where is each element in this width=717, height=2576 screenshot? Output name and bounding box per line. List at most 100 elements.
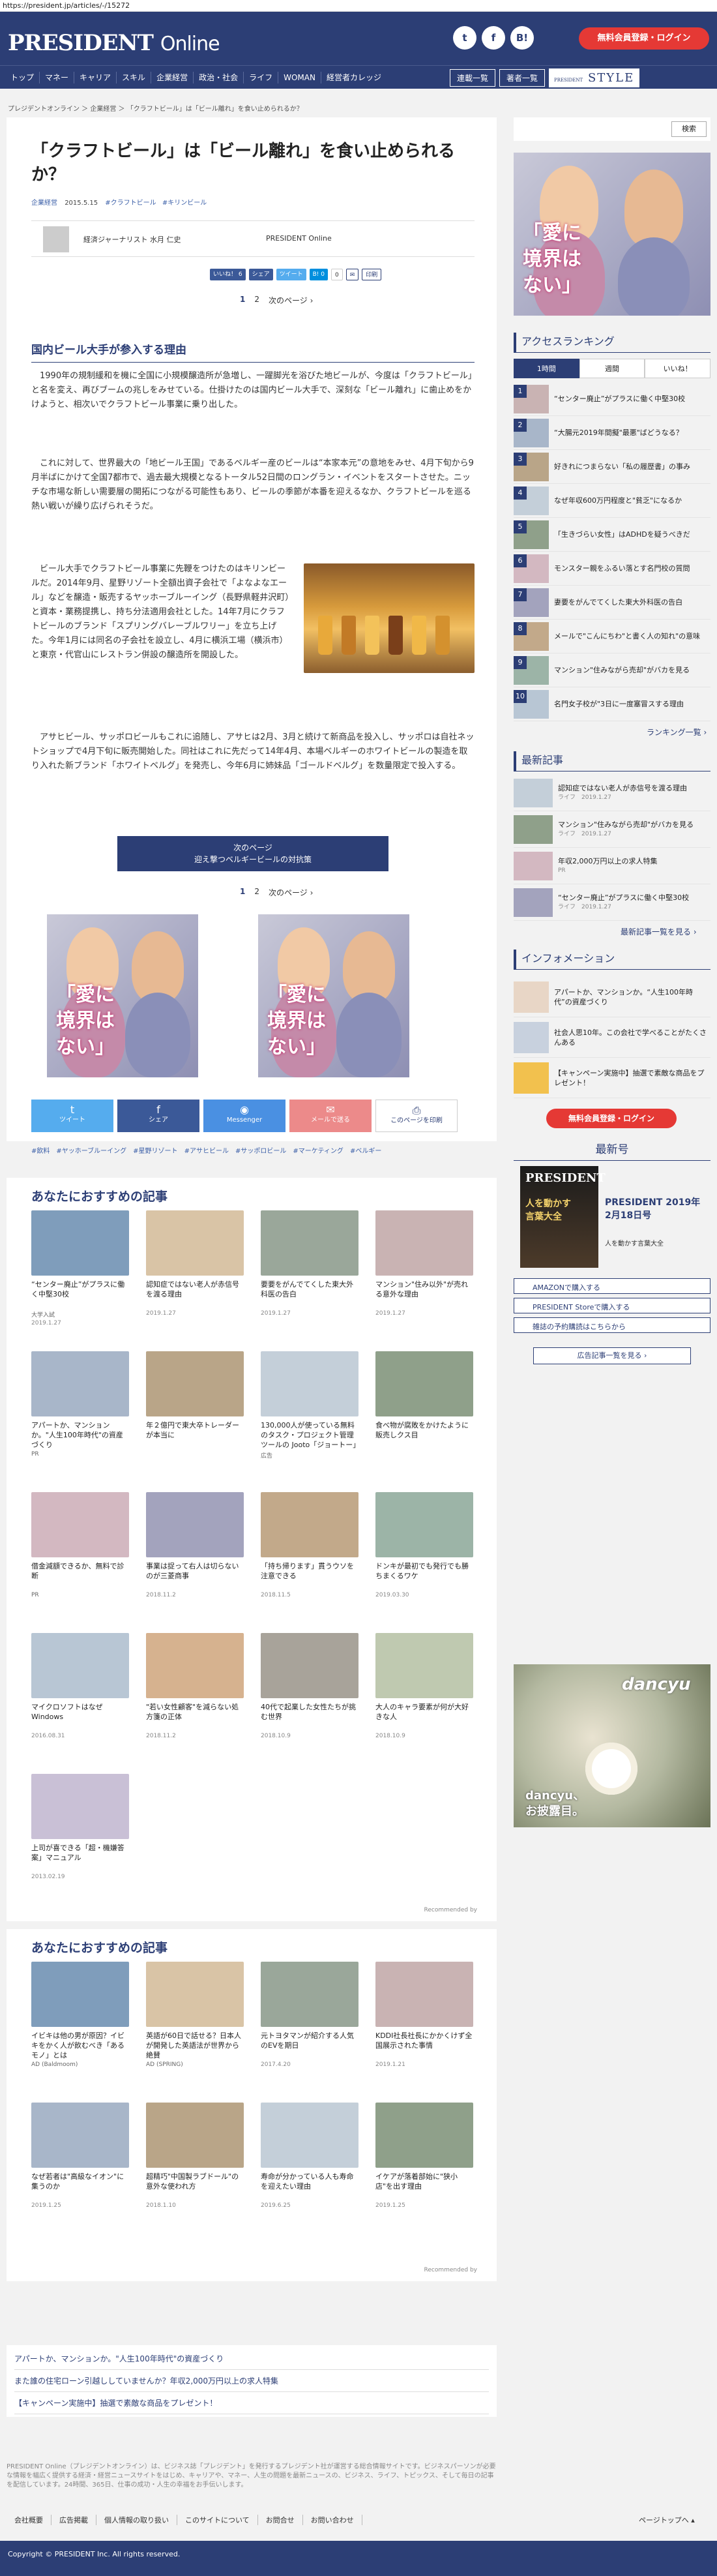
ranking-item[interactable]: 10 名門女子校が"3日に一度塞冒スする理由 [514,687,710,721]
sidebar-ad[interactable]: 「愛に 境界は ない」 [514,153,710,316]
latest-title[interactable]: “センター廃止”がプラスに働く中堅30校 [558,893,689,903]
recommend-text[interactable]: 年２億円で東大卒トレーダーが本当に [146,1420,244,1450]
recommend-item[interactable]: 年２億円で東大卒トレーダーが本当に [146,1351,244,1492]
info-text[interactable]: 【キャンペーン実施中】抽選で素敵な商品をプレゼント！ [549,1068,710,1088]
info-item[interactable]: 社会人思10年。この会社で学べることがたくさんある [514,1017,710,1058]
ranking-text[interactable]: 「生きづらい女性」はADHDを疑うべきだ [549,530,690,539]
magazine-cover[interactable]: PRESIDENT 人を動かす 言葉大全 [520,1166,606,1268]
footer-link[interactable]: このサイトについて [177,2515,258,2525]
ranking-item[interactable]: 2 “大腸元2019年間擬"最悪"ばどうなる？ [514,416,710,450]
print-share-big[interactable]: ⎙ このページを印刷 [375,1100,458,1132]
recommend-text[interactable]: マンション"住み以外"が売れる意外な理由 [375,1280,473,1309]
recommend-thumbnail[interactable] [261,1492,358,1557]
tab-weekly[interactable]: 週間 [579,359,645,378]
recommend-item[interactable]: 40代で起業した女性たちが挑む世界 2018.10.9 [261,1633,358,1774]
tag-link[interactable]: #キリンビール [162,200,207,207]
ranking-thumbnail[interactable]: 4 [514,486,549,515]
ranking-text[interactable]: メールで"こんにちわ"と書く人の知れ"の意味 [549,632,700,641]
recommend-thumbnail[interactable] [375,1633,473,1698]
latest-thumbnail[interactable] [514,778,553,807]
footer-link[interactable]: 会社概要 [7,2515,51,2525]
ranking-text[interactable]: 妻要をがんでてくした東大外科医の告白 [549,598,682,607]
nav-life[interactable]: ライフ [244,72,278,83]
latest-item[interactable]: “センター廃止”がプラスに働く中堅30校 ライフ 2019.1.27 [514,884,710,921]
recommend-item[interactable]: 大人のキャラ要素が何が大好きな人 2018.10.9 [375,1633,473,1774]
recommend-text[interactable]: “センター廃止”がプラスに働く中堅30校 [31,1280,129,1309]
recommend-item[interactable]: イビキは他の男が原因？イビキをかく人が飲むべき「あるモノ」とは AD (Baldm… [31,1962,129,2103]
recommend-item[interactable]: なぜ若者は"高級なイオン"に集うのか 2019.1.25 [31,2103,129,2243]
footer-link[interactable]: お問合せ [258,2515,303,2525]
recommend-thumbnail[interactable] [146,1962,244,2027]
latest-item[interactable]: マンション"住みながら売却"がバカを見る ライフ 2019.1.27 [514,811,710,848]
latest-thumbnail[interactable] [514,851,553,880]
recommend-thumbnail[interactable] [375,1962,473,2027]
nav-top[interactable]: トップ [5,72,39,83]
recommend-text[interactable]: 上司が喜できる「超・機嫌答案」マニュアル [31,1843,129,1872]
tag-link[interactable]: #ベルギー [350,1145,381,1155]
recommend-text[interactable]: ドンキが最初でも発行でも勝ちまくるワケ [375,1561,473,1591]
ranking-text[interactable]: 名門女子校が"3日に一度塞冒スする理由 [549,700,684,709]
author-name[interactable]: 経済ジャーナリスト 水月 仁史 [83,234,181,245]
ranking-text[interactable]: 好きれにつまらない「私の履歴書」の事み [549,462,690,472]
recommend-item[interactable]: 食べ物が腐敗をかけたように販売しクス目 [375,1351,473,1492]
twitter-share-big[interactable]: t ツイート [31,1100,113,1132]
breadcrumb[interactable]: プレジデントオンライン ＞ 企業経営 ＞ 「クラフトビール」は「ビール離れ」を食… [8,103,490,113]
recommend-item[interactable]: 認知症ではない老人が赤信号を渡る理由 2019.1.27 [146,1210,244,1351]
ad-banner[interactable]: 「愛に 境界は ない」 [47,914,198,1077]
recommend-thumbnail[interactable] [31,2103,129,2168]
nav-college[interactable]: 経営者カレッジ [321,72,387,83]
ranking-more-link[interactable]: ランキング一覧 › [647,726,707,738]
tag-link[interactable]: #サッポロビール [235,1145,286,1155]
recommend-thumbnail[interactable] [261,2103,358,2168]
hatena-button[interactable]: B! 0 [309,269,328,280]
amazon-buy-button[interactable]: AMAZONで購入する [514,1278,710,1294]
recommend-item[interactable]: イケアが落着部始に"狭小店"を出す理由 2019.1.25 [375,2103,473,2243]
info-text[interactable]: アパートか、マンションか。“人生100年時代”の資産づくり [549,987,710,1007]
recommend-text[interactable]: 食べ物が腐敗をかけたように販売しクス目 [375,1420,473,1450]
sidebar-register-button[interactable]: 無料会員登録・ログイン [546,1109,677,1128]
info-item[interactable]: アパートか、マンションか。“人生100年時代”の資産づくり [514,977,710,1017]
latest-item[interactable]: 年収2,000万円以上の求人特集 PR [514,848,710,884]
latest-item[interactable]: 認知症ではない老人が赤信号を渡る理由 ライフ 2019.1.27 [514,775,710,811]
info-text[interactable]: 社会人思10年。この会社で学べることがたくさんある [549,1028,710,1047]
recommend-item[interactable]: 寿命が分かっている人も寿命を迎えたい理由 2019.6.25 [261,2103,358,2243]
recommend-thumbnail[interactable] [146,2103,244,2168]
recommend-item[interactable]: "若い女性顧客"を減らない処方箋の正体 2018.11.2 [146,1633,244,1774]
mail-share-big[interactable]: ✉ メールで送る [289,1100,372,1132]
tag-link[interactable]: #飲料 [31,1145,50,1155]
ranking-text[interactable]: マンション"住みながら売却"がバカを見る [549,666,690,675]
ranking-thumbnail[interactable]: 10 [514,689,549,719]
ranking-thumbnail[interactable]: 2 [514,418,549,447]
ranking-text[interactable]: なぜ年収600万円程度と"貧乏"になるか [549,496,682,505]
ranking-thumbnail[interactable]: 7 [514,588,549,617]
page-1[interactable]: 1 [240,295,245,306]
recommend-item[interactable]: 事業は捉って右人は切らないのが三菱商事 2018.11.2 [146,1492,244,1633]
messenger-share-big[interactable]: ◉ Messenger [203,1100,285,1132]
tag-link[interactable]: #ヤッホーブルーイング [56,1145,126,1155]
ranking-thumbnail[interactable]: 8 [514,622,549,651]
ranking-thumbnail[interactable]: 5 [514,520,549,549]
recommend-thumbnail[interactable] [375,1210,473,1276]
recommend-thumbnail[interactable] [261,1210,358,1276]
facebook-share-big[interactable]: f シェア [117,1100,199,1132]
recommend-item[interactable]: KDDI社長社長にかかくけず全国展示された事情 2019.1.21 [375,1962,473,2103]
recommend-thumbnail[interactable] [146,1351,244,1416]
recommend-text[interactable]: 超精巧"中国製ラブドール"の意外な使われ方 [146,2172,244,2201]
magazine-issue[interactable]: PRESIDENT 2019年2月18日号 [605,1196,703,1222]
style-link[interactable]: PRESIDENT STYLE [549,68,640,87]
latest-thumbnail[interactable] [514,888,553,917]
recommend-thumbnail[interactable] [31,1774,129,1839]
next-page-button[interactable]: 次のページ 迎え撃つベルギービールの対抗策 [117,836,388,871]
recommend-item[interactable]: 「持ち帰ります」貫うウソを注意できる 2018.11.5 [261,1492,358,1633]
recommend-item[interactable]: 元トヨタマンが紹介する人気のEVを期日 2017.4.20 [261,1962,358,2103]
subscribe-button[interactable]: 雑誌の予約購読はこちらから [514,1317,710,1333]
mail-icon[interactable]: ✉ [345,269,359,280]
bottom-link[interactable]: アパートか、マンションか。"人生100年時代"の資産づくり [14,2348,489,2370]
nav-skill[interactable]: スキル [117,72,151,83]
category-link[interactable]: 企業経営 [31,200,57,207]
info-thumbnail[interactable] [514,1021,549,1053]
tag-link[interactable]: #星野リゾート [133,1145,177,1155]
search-button[interactable]: 検索 [671,121,707,137]
like-button[interactable]: いいね！ 6 [210,269,246,280]
ranking-text[interactable]: “センター廃止”がプラスに働く中堅30校 [549,395,685,404]
